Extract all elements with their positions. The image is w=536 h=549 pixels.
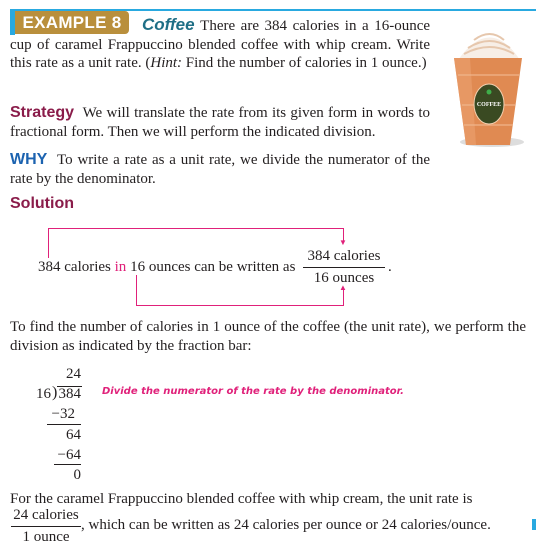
arrow-top-line <box>48 228 344 229</box>
sentence-part: 16 ounces can be written as <box>126 259 296 275</box>
division-rule <box>54 464 81 465</box>
division-rule <box>47 424 81 425</box>
why-label: WHY <box>10 151 48 168</box>
sentence-in: in <box>114 259 127 275</box>
sentence-part: 384 calories <box>38 259 115 275</box>
strategy-label: Strategy <box>10 104 75 121</box>
example-title: Coffee <box>142 15 195 34</box>
fraction-denominator: 1 ounce <box>22 529 70 545</box>
problem-statement: Coffee There are 384 calories in a 16-ou… <box>10 15 430 73</box>
arrow-bottom-left <box>136 275 137 305</box>
arrow-bottom-right <box>343 290 344 305</box>
division-note: Divide the numerator of the rate by the … <box>102 386 404 397</box>
division-step: −64 <box>57 447 81 463</box>
frappuccino-cup-image: COFFEE <box>454 33 524 147</box>
fraction-numerator: 24 calories <box>13 507 79 523</box>
division-step: 0 <box>73 467 82 483</box>
division-step: −32 <box>51 406 75 422</box>
quotient: 24 <box>66 366 81 382</box>
division-step: 64 <box>66 427 81 443</box>
solution-heading: Solution <box>10 195 74 212</box>
conclusion-text: For the caramel Frappuccino blended coff… <box>10 491 473 507</box>
period: . <box>388 259 392 275</box>
why-paragraph: WHY To write a rate as a unit rate, we d… <box>10 151 430 188</box>
unit-rate-fraction: 24 calories 1 ounce <box>11 507 81 546</box>
rate-sentence: 384 calories in 16 ounces can be written… <box>38 259 295 276</box>
hint-text: Find the number of calories in 1 ounce.) <box>182 55 427 72</box>
rate-fraction: 384 calories 16 ounces <box>303 248 385 287</box>
arrow-bottom-line <box>136 305 344 306</box>
arrow-down-icon: ▼ <box>339 238 347 247</box>
conclusion-text-end: , which can be written as 24 calories pe… <box>81 517 491 533</box>
division-intro: To find the number of calories in 1 ounc… <box>10 319 526 354</box>
dividend: 384 <box>58 386 82 402</box>
margin-marker <box>532 519 536 530</box>
arrow-top-left <box>48 228 49 258</box>
fraction-numerator: 384 calories <box>307 248 381 264</box>
why-text: To write a rate as a unit rate, we divid… <box>10 152 430 187</box>
strategy-paragraph: Strategy We will translate the rate from… <box>10 104 430 141</box>
fraction-denominator: 16 ounces <box>313 270 375 286</box>
hint-label: Hint: <box>150 55 183 72</box>
svg-text:COFFEE: COFFEE <box>477 102 501 108</box>
